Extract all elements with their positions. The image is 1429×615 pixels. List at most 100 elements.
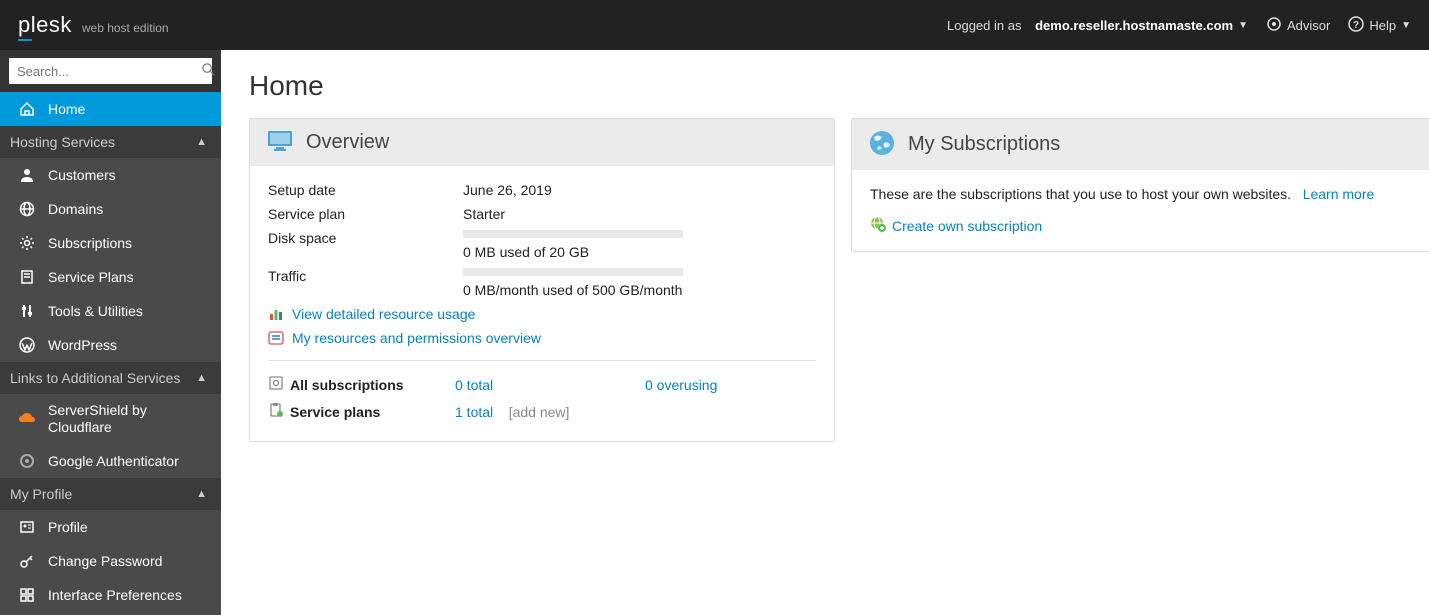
brand-edition: web host edition xyxy=(82,21,169,35)
setup-date-label: Setup date xyxy=(268,182,463,198)
gear-icon xyxy=(18,234,36,252)
search-box xyxy=(9,58,212,84)
chevron-up-icon: ▲ xyxy=(196,136,207,148)
link-label: View detailed resource usage xyxy=(292,306,475,322)
subscription-icon xyxy=(268,375,290,394)
sidebar-section-profile[interactable]: My Profile ▲ xyxy=(0,478,221,510)
section-label: Links to Additional Services xyxy=(10,370,180,386)
list-icon xyxy=(268,330,284,346)
my-subscriptions-header: My Subscriptions xyxy=(852,119,1429,170)
sidebar-item-tools[interactable]: Tools & Utilities xyxy=(0,294,221,328)
learn-more-link[interactable]: Learn more xyxy=(1303,186,1375,202)
divider xyxy=(268,360,816,361)
sidebar-item-domains[interactable]: Domains xyxy=(0,192,221,226)
traffic-progress xyxy=(463,268,683,276)
google-auth-icon xyxy=(18,452,36,470)
disk-progress xyxy=(463,230,683,238)
grid-icon xyxy=(18,586,36,604)
sidebar-item-label: Google Authenticator xyxy=(48,453,179,469)
section-label: Hosting Services xyxy=(10,134,115,150)
service-plan-label: Service plan xyxy=(268,206,463,222)
chevron-up-icon: ▲ xyxy=(196,372,207,384)
help-menu[interactable]: ? Help ▼ xyxy=(1348,16,1411,35)
sidebar-item-label: Interface Preferences xyxy=(48,587,182,603)
wordpress-icon xyxy=(18,336,36,354)
sidebar: Home Hosting Services ▲ Customers Domain… xyxy=(0,50,221,615)
logged-in-label: Logged in as xyxy=(947,18,1021,33)
clipboard-icon xyxy=(268,402,290,421)
traffic-usage-text: 0 MB/month used of 500 GB/month xyxy=(463,282,816,298)
sidebar-item-label: Domains xyxy=(48,201,103,217)
main-content: Home Overview Setup date June 26, 2019 xyxy=(221,50,1429,615)
create-subscription-link[interactable]: Create own subscription xyxy=(870,216,1418,235)
topbar: plesk web host edition Logged in as demo… xyxy=(0,0,1429,50)
username: demo.reseller.hostnamaste.com xyxy=(1035,18,1233,33)
add-globe-icon xyxy=(870,216,886,235)
service-plans-total-link[interactable]: 1 total xyxy=(455,404,493,420)
sidebar-item-label: Service Plans xyxy=(48,269,134,285)
advisor-icon xyxy=(1266,16,1282,35)
traffic-label: Traffic xyxy=(268,268,463,298)
sidebar-item-subscriptions[interactable]: Subscriptions xyxy=(0,226,221,260)
sidebar-item-label: Subscriptions xyxy=(48,235,132,251)
my-subscriptions-desc-row: These are the subscriptions that you use… xyxy=(870,186,1418,202)
all-subscriptions-row: All subscriptions 0 total 0 overusing xyxy=(268,371,816,398)
sidebar-item-google-auth[interactable]: Google Authenticator xyxy=(0,444,221,478)
sidebar-item-change-password[interactable]: Change Password xyxy=(0,544,221,578)
sidebar-section-links[interactable]: Links to Additional Services ▲ xyxy=(0,362,221,394)
sidebar-item-wordpress[interactable]: WordPress xyxy=(0,328,221,362)
sidebar-item-home[interactable]: Home xyxy=(0,92,221,126)
sidebar-section-hosting[interactable]: Hosting Services ▲ xyxy=(0,126,221,158)
overview-header: Overview xyxy=(250,119,834,166)
sidebar-item-label: Home xyxy=(48,101,85,117)
detailed-usage-link[interactable]: View detailed resource usage xyxy=(268,306,816,322)
all-subs-total-link[interactable]: 0 total xyxy=(455,377,645,393)
page-title: Home xyxy=(249,70,1429,102)
search-input[interactable] xyxy=(9,64,201,79)
brand-name: plesk xyxy=(18,12,72,38)
sidebar-item-label: Change Password xyxy=(48,553,162,569)
all-subs-overusing-link[interactable]: 0 overusing xyxy=(645,377,816,393)
globe-large-icon xyxy=(868,129,896,160)
sidebar-item-servershield[interactable]: ServerShield by Cloudflare xyxy=(0,394,221,444)
sidebar-item-label: Profile xyxy=(48,519,88,535)
setup-date-value: June 26, 2019 xyxy=(463,182,816,198)
create-subscription-label: Create own subscription xyxy=(892,218,1042,234)
my-subscriptions-panel: My Subscriptions These are the subscript… xyxy=(851,118,1429,252)
overview-panel: Overview Setup date June 26, 2019 Servic… xyxy=(249,118,835,442)
advisor-link[interactable]: Advisor xyxy=(1266,16,1330,35)
svg-text:?: ? xyxy=(1353,20,1359,31)
caret-down-icon: ▼ xyxy=(1238,20,1248,31)
brand-area[interactable]: plesk web host edition xyxy=(18,12,169,38)
help-icon: ? xyxy=(1348,16,1364,35)
sidebar-item-label: Tools & Utilities xyxy=(48,303,143,319)
search-wrap xyxy=(0,50,221,92)
service-plan-value: Starter xyxy=(463,206,816,222)
advisor-label: Advisor xyxy=(1287,18,1330,33)
resources-overview-link[interactable]: My resources and permissions overview xyxy=(268,330,816,346)
user-icon xyxy=(18,166,36,184)
caret-down-icon: ▼ xyxy=(1401,20,1411,31)
search-icon[interactable] xyxy=(201,62,216,81)
chevron-up-icon: ▲ xyxy=(196,488,207,500)
disk-usage-text: 0 MB used of 20 GB xyxy=(463,244,816,260)
sidebar-item-customers[interactable]: Customers xyxy=(0,158,221,192)
card-icon xyxy=(18,518,36,536)
help-label: Help xyxy=(1369,18,1396,33)
my-subscriptions-title: My Subscriptions xyxy=(908,133,1060,156)
sidebar-item-service-plans[interactable]: Service Plans xyxy=(0,260,221,294)
add-new-service-plan-link[interactable]: [add new] xyxy=(509,404,570,420)
sidebar-item-interface-prefs[interactable]: Interface Preferences xyxy=(0,578,221,612)
sidebar-item-profile[interactable]: Profile xyxy=(0,510,221,544)
overview-title: Overview xyxy=(306,131,389,154)
my-subscriptions-desc: These are the subscriptions that you use… xyxy=(870,186,1291,202)
service-plans-stat-label: Service plans xyxy=(290,404,455,420)
sidebar-item-label: WordPress xyxy=(48,337,117,353)
link-label: My resources and permissions overview xyxy=(292,330,541,346)
user-menu[interactable]: Logged in as demo.reseller.hostnamaste.c… xyxy=(947,18,1248,33)
monitor-icon xyxy=(266,129,294,156)
globe-icon xyxy=(18,200,36,218)
cloudflare-icon xyxy=(18,410,36,428)
disk-space-label: Disk space xyxy=(268,230,463,260)
all-subs-label: All subscriptions xyxy=(290,377,455,393)
